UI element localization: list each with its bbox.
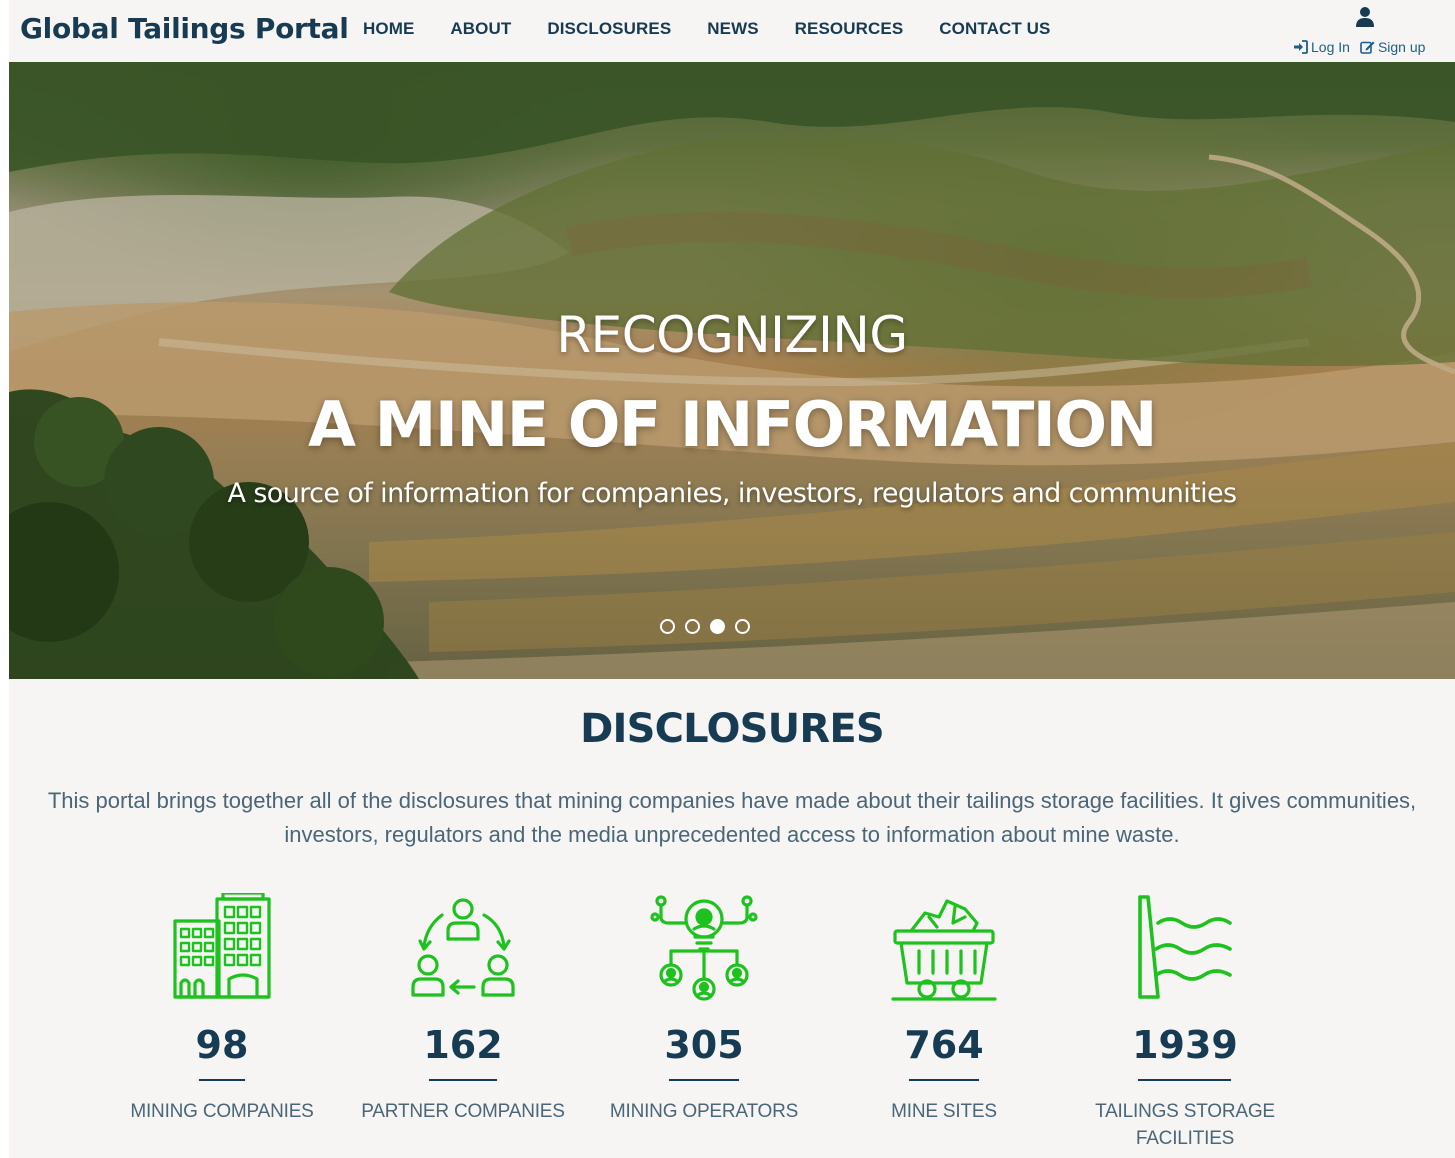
stat-divider [669, 1079, 739, 1081]
nav-about[interactable]: ABOUT [432, 19, 529, 39]
login-link[interactable]: Log In [1293, 39, 1350, 55]
signup-link[interactable]: Sign up [1360, 39, 1425, 55]
section-title: DISCLOSURES [580, 706, 885, 752]
user-icon [1356, 7, 1374, 27]
nav-disclosures[interactable]: DISCLOSURES [529, 19, 689, 39]
hero-carousel: RECOGNIZING A MINE OF INFORMATION A sour… [9, 62, 1455, 679]
account-area: Log In Sign up [1293, 6, 1443, 58]
stat-divider [429, 1079, 497, 1081]
carousel-dot-1[interactable] [660, 619, 675, 634]
stat-label: TAILINGS STORAGE FACILITIES [1095, 1101, 1275, 1149]
nav-home[interactable]: HOME [363, 19, 432, 39]
stat-value: 1939 [1132, 1023, 1238, 1067]
stat-value: 764 [904, 1023, 984, 1067]
stat-value: 98 [195, 1023, 249, 1067]
stat-label: PARTNER COMPANIES [361, 1101, 565, 1122]
carousel-dot-2[interactable] [685, 619, 700, 634]
hero-kicker: RECOGNIZING [556, 306, 908, 364]
carousel-indicators [660, 619, 750, 634]
stat-label: MINING COMPANIES [130, 1101, 314, 1122]
stats-row: 98 MINING COMPANIES 162 PARTNER COMPANIE… [9, 893, 1455, 1153]
disclosures-section: DISCLOSURES This portal brings together … [9, 679, 1455, 1158]
stat-divider [199, 1079, 245, 1081]
sign-in-icon [1294, 40, 1308, 54]
stat-divider [909, 1079, 979, 1081]
stat-tailings-storage-facilities[interactable]: 1939 TAILINGS STORAGE FACILITIES [1065, 893, 1305, 1149]
section-description: This portal brings together all of the d… [47, 788, 1417, 847]
stat-mining-companies[interactable]: 98 MINING COMPANIES [102, 893, 342, 1122]
stat-value: 305 [664, 1023, 744, 1067]
nav-news[interactable]: NEWS [689, 19, 776, 39]
dam-icon [1138, 895, 1232, 999]
carousel-dot-4[interactable] [735, 619, 750, 634]
stat-mining-operators[interactable]: 305 MINING OPERATORS [584, 893, 824, 1122]
nav-resources[interactable]: RESOURCES [777, 19, 922, 39]
operators-network-icon [650, 895, 758, 1001]
edit-icon [1360, 41, 1375, 54]
buildings-icon [173, 893, 271, 999]
hero-subtitle: A source of information for companies, i… [227, 478, 1237, 509]
nav-contact-us[interactable]: CONTACT US [921, 19, 1068, 39]
site-logo-link[interactable]: Global Tailings Portal [20, 12, 349, 45]
top-navbar: Global Tailings Portal HOME ABOUT DISCLO… [9, 0, 1455, 62]
hero-title: A MINE OF INFORMATION [308, 388, 1157, 461]
stat-mine-sites[interactable]: 764 MINE SITES [824, 893, 1064, 1122]
signup-label: Sign up [1377, 39, 1426, 55]
stat-label: MINE SITES [891, 1101, 997, 1122]
main-nav: HOME ABOUT DISCLOSURES NEWS RESOURCES CO… [363, 19, 1068, 39]
stat-label: MINING OPERATORS [609, 1101, 799, 1122]
mine-cart-icon [891, 899, 997, 1001]
stat-partner-companies[interactable]: 162 PARTNER COMPANIES [343, 893, 583, 1122]
carousel-dot-3[interactable] [710, 619, 725, 634]
partners-cycle-icon [411, 898, 515, 997]
hero-caption: RECOGNIZING A MINE OF INFORMATION A sour… [9, 62, 1455, 679]
stat-value: 162 [423, 1023, 503, 1067]
stat-divider [1138, 1079, 1231, 1081]
login-label: Log In [1311, 39, 1350, 55]
